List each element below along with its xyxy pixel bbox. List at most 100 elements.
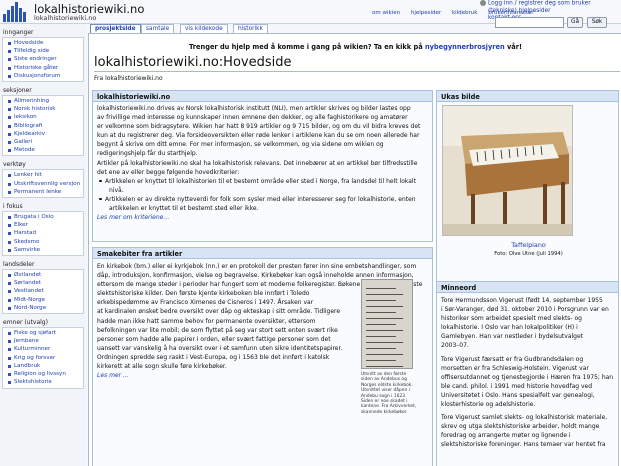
intro-bullet-line: nivå.	[109, 186, 124, 194]
intro-line: kun at du registrerer deg. Via forsideov…	[97, 132, 420, 140]
excerpt-line: En kirkebok (bm.) eller ei kyrkjebok (nn…	[97, 263, 417, 270]
excerpt-line: hadde man ikke hatt samme behov for perm…	[97, 317, 316, 325]
sidebar-item[interactable]: Historiske gåter	[3, 64, 83, 72]
sidebar-item[interactable]: Vestlandet	[3, 287, 83, 295]
intro-line: Artikler på lokalhistoriewiki.no skal ha…	[97, 159, 418, 167]
image-of-week-box: Ukas bilde Taffelpiano Foto: Olve Utne (…	[436, 90, 619, 304]
image-of-week-heading: Ukas bilde	[437, 91, 618, 102]
handwriting-line	[366, 312, 396, 313]
caption-line: Utsnittet viser dåpen i	[361, 388, 410, 394]
sidebar-heading: emner (utvalg)	[3, 319, 48, 327]
sidebar-item[interactable]: leksikon	[3, 113, 83, 121]
sidebar-heading: landsdeler	[3, 261, 35, 269]
excerpt-line: kirkerett at alle sogn skulle føre kirke…	[97, 363, 227, 371]
notice-end: vår!	[504, 43, 522, 51]
tab-prosjektside[interactable]: prosjektside	[90, 24, 141, 33]
top-nav-item[interactable]: hjelpesider	[411, 10, 441, 16]
sidebar-item[interactable]: Landbruk	[3, 362, 83, 370]
handwriting-line	[366, 330, 403, 331]
sidebar-item[interactable]: Utskriftsvennlig versjon	[3, 180, 83, 188]
sidebar-item[interactable]: Norsk historisk	[3, 105, 83, 113]
sidebar-item[interactable]: Skedsmo	[3, 238, 83, 246]
sidebar-item[interactable]: Midt-Norge	[3, 296, 83, 304]
sidebar-item[interactable]: Kjeldearkiv	[3, 130, 83, 138]
page-subtitle: Fra lokalhistoriewiki.no	[94, 75, 163, 82]
sidebar-item[interactable]: Allmennhing	[3, 97, 83, 105]
sidebar-item[interactable]: Tilfeldig side	[3, 47, 83, 55]
obituary-heading: Minneord	[437, 282, 618, 293]
tab-samtale[interactable]: samtale	[141, 24, 175, 33]
go-button[interactable]: Gå	[567, 17, 583, 28]
obituary-line: Tore Vigerust samlet slekts- og lokalhis…	[441, 414, 608, 422]
handwriting-line	[366, 306, 403, 307]
search-input[interactable]	[495, 17, 564, 28]
sidebar-item[interactable]: Krig og forsvar	[3, 354, 83, 362]
sidebar-item[interactable]: Permanent lenke	[3, 188, 83, 196]
obituary-body: Tore Hermundsson Vigerust (født 14. sept…	[437, 293, 618, 450]
intro-line: av frivillige med interesse og kunnskape…	[97, 114, 408, 122]
top-nav-item[interactable]: brukerinteresser	[488, 10, 533, 16]
sidebar-item[interactable]: Religion og livssyn	[3, 370, 83, 378]
site-subtitle: lokalhistoriewiki.no	[34, 14, 97, 22]
sidebar-heading: verktøy	[3, 161, 26, 169]
intro-bullet-line: Artikkelen er knyttet til lokalhistorien…	[93, 177, 432, 186]
image-title[interactable]: Taffelpiano	[437, 241, 620, 249]
handwriting-line	[366, 348, 396, 349]
sidebar-item[interactable]: Nord-Norge	[3, 304, 83, 312]
intro-bullet-line: Artikkelen er av direkte nytteverdi for …	[93, 195, 432, 204]
handwriting-line	[366, 318, 403, 319]
obituary-line: foredrag og arrangerte møter og lignende…	[441, 432, 571, 440]
handwriting-line	[366, 354, 403, 355]
excerpt-box: Smakebiter fra artikler En kirkebok (bm.…	[92, 247, 433, 466]
tab-vis-kildekode[interactable]: vis kildekode	[180, 24, 228, 33]
sidebar-item[interactable]: Slektshistorie	[3, 378, 83, 386]
obituary-line: Gamlebyen. Han var nestleder i bydelsutv…	[441, 333, 584, 341]
sidebar-item[interactable]: Fiske og sjøfart	[3, 329, 83, 337]
sidebar-item[interactable]: Elker	[3, 221, 83, 229]
obituary-line: slektshistoriske foreninger. Hans temaer…	[441, 441, 606, 449]
excerpt-line: Ordningen spredde seg raskt i Vest-Europ…	[97, 353, 330, 361]
site-notice: Trenger du hjelp med å komme i gang på w…	[89, 43, 621, 51]
intro-line: lokalhistoriewiki.no drives av Norsk lok…	[97, 105, 411, 112]
sidebar-item[interactable]: Diskusjonsforum	[3, 72, 83, 80]
tab-historikk[interactable]: historikk	[233, 24, 268, 33]
excerpt-line: erkebispedømme av Francisco Ximenes de C…	[97, 299, 314, 307]
obituary-line: historiker som arbeidet spesielt med sle…	[441, 315, 582, 323]
notice-link[interactable]: nybegynnerbrosjyren	[425, 43, 505, 51]
sidebar-item[interactable]: Jernbane	[3, 337, 83, 345]
sidebar-item[interactable]: Hovedside	[3, 39, 83, 47]
search-button[interactable]: Søk	[587, 17, 607, 28]
top-nav-item[interactable]: om wikien	[372, 10, 400, 16]
obituary-line: Universitetet i Oslo. Hans spesialfelt v…	[441, 391, 595, 399]
sidebar-box: Hovedside Tilfeldig side Siste endringer Hi…	[2, 37, 84, 83]
page-title: lokalhistoriewiki.no:Hovedside	[94, 55, 292, 70]
sidebar-item[interactable]: Østlandet	[3, 271, 83, 279]
intro-box: lokalhistoriewiki.no lokalhistoriewiki.n…	[92, 90, 433, 242]
login-link[interactable]: Logg inn / registrer deg som bruker	[488, 1, 591, 7]
intro-line: begynt å skrive om ditt emne. For mer in…	[97, 141, 384, 158]
site-logo-icon[interactable]	[3, 2, 29, 22]
church-book-image[interactable]	[361, 279, 413, 369]
read-more-criteria-link[interactable]: Les mer om kriteriene…	[93, 213, 432, 222]
sidebar-heading: seksjoner	[3, 87, 32, 95]
sidebar-item[interactable]: Siste endringer	[3, 55, 83, 63]
sidebar-item[interactable]: Galleri	[3, 138, 83, 146]
sidebar-item[interactable]: Metode	[3, 146, 83, 154]
handwriting-line	[366, 288, 396, 289]
piano-photo[interactable]	[442, 105, 573, 236]
sidebar-item[interactable]: Harstad	[3, 229, 83, 237]
excerpt-line: uansett var vanskelig å ha oversikt over…	[97, 344, 343, 352]
obituary-line: i Sør-Varanger, død 31. oktober 2010 i P…	[441, 306, 609, 314]
sidebar-item[interactable]: Sørlandet	[3, 279, 83, 287]
sidebar: innganger Hovedside Tilfeldig side Siste en…	[0, 24, 86, 466]
top-nav-item[interactable]: kildebruk	[452, 10, 478, 16]
sidebar-item[interactable]: Brugata i Oslo	[3, 213, 83, 221]
top-nav: om wikien hjelpesider kildebruk brukerin…	[372, 10, 543, 16]
sidebar-item[interactable]: Bibliografi	[3, 122, 83, 130]
sidebar-item[interactable]: Lenker hit	[3, 171, 83, 179]
sidebar-item[interactable]: Kulturminner	[3, 345, 83, 353]
intro-line: er velkomne som bidragsytere. Wikien har…	[97, 123, 421, 131]
sidebar-item[interactable]: Samvirke	[3, 246, 83, 254]
sidebar-box: Østlandet Sørlandet Vestlandet Midt-Norge No…	[2, 269, 84, 315]
sidebar-box: Lenker hit Utskriftsvennlig versjon Perman…	[2, 169, 84, 199]
